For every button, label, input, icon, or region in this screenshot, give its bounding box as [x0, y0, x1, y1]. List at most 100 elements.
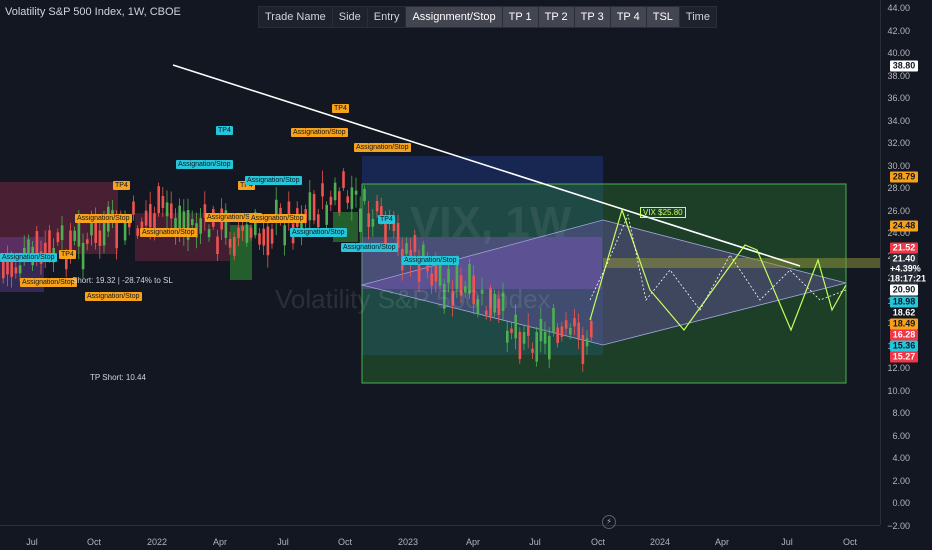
candle-body: [90, 221, 93, 236]
candle-body: [86, 239, 89, 244]
assignation-stop-marker[interactable]: Assignation/Stop: [0, 253, 57, 262]
toolbar-button-side[interactable]: Side: [332, 7, 368, 27]
price-tick: 26.00: [887, 205, 910, 216]
candle-body: [73, 230, 76, 241]
assignation-stop-marker[interactable]: Assignation/Stop: [20, 278, 77, 287]
toolbar-button-assignment-stop[interactable]: Assignment/Stop: [406, 7, 503, 27]
assignation-stop-marker[interactable]: Assignation/Stop: [341, 243, 398, 252]
toolbar-button-tp-2[interactable]: TP 2: [538, 7, 575, 27]
price-tick: 30.00: [887, 160, 910, 171]
candle-body: [308, 192, 312, 221]
candle-body: [342, 171, 345, 188]
price-tick: 40.00: [887, 48, 910, 58]
time-axis[interactable]: Jul Oct 2022 Apr Jul Oct 2023 Apr Jul Oct 2024 Apr J…: [0, 525, 880, 550]
candle-body: [199, 218, 202, 234]
tp4-marker[interactable]: TP4: [378, 215, 395, 224]
candle-body: [270, 228, 274, 244]
assignation-stop-marker[interactable]: Assignation/Stop: [290, 228, 347, 237]
candle-body: [207, 229, 211, 238]
price-tick: 10.00: [887, 385, 910, 396]
candle-body: [527, 325, 530, 336]
candle-body: [228, 238, 232, 248]
candle-body: [367, 213, 370, 228]
price-label: 15.27: [890, 351, 918, 363]
candle-body: [245, 224, 249, 243]
price-tick: 4.00: [892, 453, 910, 463]
price-tick: 38.00: [887, 70, 910, 81]
tp4-marker[interactable]: TP4: [332, 104, 349, 113]
assignation-stop-marker[interactable]: Assignation/Stop: [354, 143, 411, 152]
price-tick: 36.00: [887, 93, 910, 103]
lightning-icon[interactable]: ⚡: [602, 515, 616, 529]
candle-body: [132, 201, 135, 215]
candle-body: [354, 190, 358, 195]
price-tick: 8.00: [892, 408, 910, 418]
candle-body: [552, 307, 555, 333]
assignation-stop-marker[interactable]: Assignation/Stop: [140, 228, 197, 237]
assignation-stop-marker[interactable]: Assignation/Stop: [402, 256, 459, 265]
chart-root[interactable]: VIX, 1W Volatility S&P 500 Index Volatil…: [0, 0, 932, 550]
time-label: Oct: [590, 537, 606, 547]
price-tick: 44.00: [887, 3, 910, 13]
toolbar-button-time[interactable]: Time: [679, 7, 716, 27]
tp-short-label: TP Short: 10.44: [90, 373, 146, 382]
zone-green-block2: [333, 212, 358, 242]
assignation-stop-marker[interactable]: Assignation/Stop: [291, 128, 348, 137]
candle-body: [115, 221, 118, 249]
tp4-marker[interactable]: TP4: [113, 181, 130, 190]
candle-body: [14, 267, 18, 274]
candle-body: [577, 322, 580, 340]
tp4-marker[interactable]: TP4: [59, 250, 76, 259]
candle-body: [564, 320, 568, 329]
candle-body: [556, 327, 559, 343]
candle-body: [438, 263, 442, 286]
candle-body: [548, 335, 551, 360]
candle-body: [283, 225, 286, 246]
candle-body: [216, 236, 219, 255]
assignation-stop-marker[interactable]: Assignation/Stop: [249, 214, 306, 223]
candle-body: [539, 318, 543, 342]
candle-body: [170, 203, 173, 219]
candle-body: [543, 332, 547, 344]
toolbar-button-tp-4[interactable]: TP 4: [610, 7, 647, 27]
candle-body: [506, 330, 509, 343]
time-label: 2024: [649, 537, 671, 547]
candle-body: [522, 332, 526, 344]
price-tick: 28.00: [887, 183, 910, 193]
assignation-stop-marker[interactable]: Assignation/Stop: [75, 214, 132, 223]
time-label: Oct: [86, 537, 102, 547]
toolbar-button-tsl[interactable]: TSL: [646, 7, 680, 27]
short-risk-label: Short: 19.32 | -28.74% to SL: [72, 276, 173, 285]
candle-body: [262, 228, 265, 246]
candle-body: [77, 222, 81, 247]
candle-body: [346, 196, 349, 203]
toolbar-button-tp-1[interactable]: TP 1: [502, 7, 539, 27]
candle-body: [98, 230, 102, 246]
candle-body: [157, 186, 160, 214]
assignation-stop-marker[interactable]: Assignation/Stop: [85, 292, 142, 301]
candle-body: [535, 331, 538, 362]
candle-body: [312, 193, 316, 221]
candle-body: [350, 187, 354, 209]
time-label: Oct: [842, 537, 858, 547]
price-tick: 32.00: [887, 138, 910, 148]
price-tick: −2.00: [887, 520, 910, 531]
band-olive: [603, 258, 880, 268]
time-label: 2023: [397, 537, 419, 547]
price-label: 20.90: [890, 284, 918, 296]
assignation-stop-marker[interactable]: Assignation/Stop: [245, 176, 302, 185]
toolbar-button-entry[interactable]: Entry: [367, 7, 407, 27]
candle-body: [241, 225, 244, 231]
toolbar-button-tp-3[interactable]: TP 3: [574, 7, 611, 27]
time-label: Jul: [277, 537, 289, 547]
candle-body: [560, 326, 564, 337]
time-label: Jul: [781, 537, 793, 547]
assignation-stop-marker[interactable]: Assignation/Stop: [176, 160, 233, 169]
candle-body: [531, 348, 534, 353]
time-label: Apr: [714, 537, 730, 547]
tp4-marker[interactable]: TP4: [216, 126, 233, 135]
candle-body: [81, 242, 85, 270]
candle-body: [333, 182, 337, 201]
symbol-title[interactable]: Volatility S&P 500 Index, 1W, CBOE: [5, 6, 181, 18]
toolbar-button-trade-name[interactable]: Trade Name: [259, 7, 333, 27]
